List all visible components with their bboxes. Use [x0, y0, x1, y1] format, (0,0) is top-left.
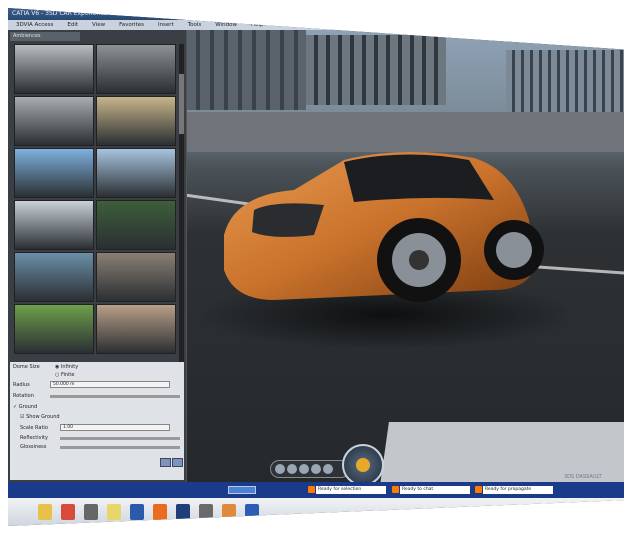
- view-toolbar: [270, 460, 350, 478]
- ambience-thumbnail[interactable]: [14, 44, 94, 94]
- folder-icon[interactable]: [38, 504, 52, 520]
- ok-button[interactable]: [160, 458, 171, 467]
- catia-icon[interactable]: [130, 504, 144, 520]
- background-building: [186, 30, 306, 110]
- glossiness-slider[interactable]: [60, 446, 180, 449]
- ambience-properties: Dome Size ◉ Infinity ○ Finite Radius 50.…: [10, 362, 184, 480]
- ground-label: Ground: [18, 404, 38, 410]
- ambience-thumbnail[interactable]: [14, 252, 94, 302]
- window-title: CATIA V6 - 3SD CAR Experience - 58725724…: [8, 8, 624, 20]
- ambience-thumbnail[interactable]: [96, 148, 176, 198]
- menu-view[interactable]: View: [92, 20, 105, 30]
- dassault-logo: 3DS DASSAULT: [564, 474, 602, 480]
- ambience-thumbnail[interactable]: [96, 200, 176, 250]
- car-model[interactable]: [214, 140, 544, 320]
- ambience-thumbnail[interactable]: [14, 304, 94, 354]
- scale-ratio-field[interactable]: 1.00: [60, 424, 170, 431]
- scale-ratio-label: Scale Ratio: [20, 425, 48, 431]
- play-icon[interactable]: [356, 458, 370, 472]
- view-tool-icon[interactable]: [299, 464, 309, 474]
- lamp-icon[interactable]: [107, 504, 121, 520]
- status-text: Ready for selection: [318, 487, 362, 492]
- display-plinth: [379, 422, 624, 482]
- infinity-radio[interactable]: ◉ Infinity: [55, 364, 78, 370]
- media-icon[interactable]: [199, 504, 213, 520]
- ambience-thumbnail[interactable]: [96, 96, 176, 146]
- catia2-icon[interactable]: [245, 504, 259, 520]
- status-bar: Ready for selection Ready to chat Ready …: [8, 482, 624, 498]
- status-text: Ready to chat: [402, 487, 434, 492]
- status-search-input[interactable]: [228, 486, 256, 494]
- ambience-thumbnail[interactable]: [96, 252, 176, 302]
- rotation-slider[interactable]: [50, 395, 180, 398]
- 3d-viewport[interactable]: [186, 30, 624, 482]
- taskbar: [8, 498, 624, 526]
- status-icon: [308, 486, 315, 493]
- show-ground-label: Show Ground: [26, 414, 60, 420]
- ambience-thumbnail[interactable]: [14, 200, 94, 250]
- navigation-compass[interactable]: [342, 444, 384, 486]
- ambience-thumbnail[interactable]: [96, 44, 176, 94]
- reflectivity-slider[interactable]: [60, 437, 180, 440]
- cancel-button[interactable]: [172, 458, 183, 467]
- image-icon[interactable]: [222, 504, 236, 520]
- status-field-propagate: Ready for propagate: [475, 486, 553, 494]
- view-tool-icon[interactable]: [311, 464, 321, 474]
- dome-size-label: Dome Size: [13, 364, 40, 370]
- menu-3dvia-access[interactable]: 3DVIA Access: [16, 20, 53, 30]
- scrollbar-thumb[interactable]: [179, 74, 184, 134]
- app-icon[interactable]: [84, 504, 98, 520]
- view-tool-icon[interactable]: [323, 464, 333, 474]
- rotation-label: Rotation: [13, 393, 34, 399]
- photoshop-icon[interactable]: [176, 504, 190, 520]
- background-building: [306, 35, 446, 105]
- ground-section[interactable]: ✓ Ground: [13, 404, 37, 410]
- ambience-thumbnail-grid: [14, 44, 176, 354]
- ambiences-panel: Ambiences Dome Size ◉ Infinity ○ Finite …: [8, 30, 187, 482]
- ambience-thumbnail[interactable]: [14, 96, 94, 146]
- view-tool-icon[interactable]: [275, 464, 285, 474]
- menu-insert[interactable]: Insert: [158, 20, 174, 30]
- menu-edit[interactable]: Edit: [67, 20, 78, 30]
- view-tool-icon[interactable]: [287, 464, 297, 474]
- status-field-selection: Ready for selection: [308, 486, 386, 494]
- ambience-thumbnail[interactable]: [14, 148, 94, 198]
- ambience-thumbnail[interactable]: [96, 304, 176, 354]
- status-icon: [475, 486, 482, 493]
- finite-label: Finite: [60, 372, 75, 378]
- panel-scrollbar[interactable]: [179, 44, 184, 362]
- glossiness-label: Glossiness: [20, 444, 47, 450]
- menu-bar: 3DVIA Access Edit View Favorites Insert …: [8, 20, 624, 30]
- finite-radio[interactable]: ○ Finite: [55, 372, 74, 378]
- menu-tools[interactable]: Tools: [188, 20, 202, 30]
- radius-label: Radius: [13, 382, 30, 388]
- menu-help[interactable]: Help: [251, 20, 264, 30]
- menu-favorites[interactable]: Favorites: [119, 20, 144, 30]
- show-ground-checkbox[interactable]: ☑ Show Ground: [20, 414, 60, 420]
- screen: CATIA V6 - 3SD CAR Experience - 58725724…: [8, 8, 624, 526]
- menu-window[interactable]: Window: [215, 20, 237, 30]
- status-field-chat: Ready to chat: [392, 486, 470, 494]
- radius-field[interactable]: 50.000 m: [50, 381, 170, 388]
- status-text: Ready for propagate: [485, 487, 532, 492]
- firefox-icon[interactable]: [153, 504, 167, 520]
- reflectivity-label: Reflectivity: [20, 435, 48, 441]
- status-icon: [392, 486, 399, 493]
- package-icon[interactable]: [61, 504, 75, 520]
- ambiences-tab[interactable]: Ambiences: [10, 32, 80, 41]
- infinity-label: Infinity: [60, 364, 79, 370]
